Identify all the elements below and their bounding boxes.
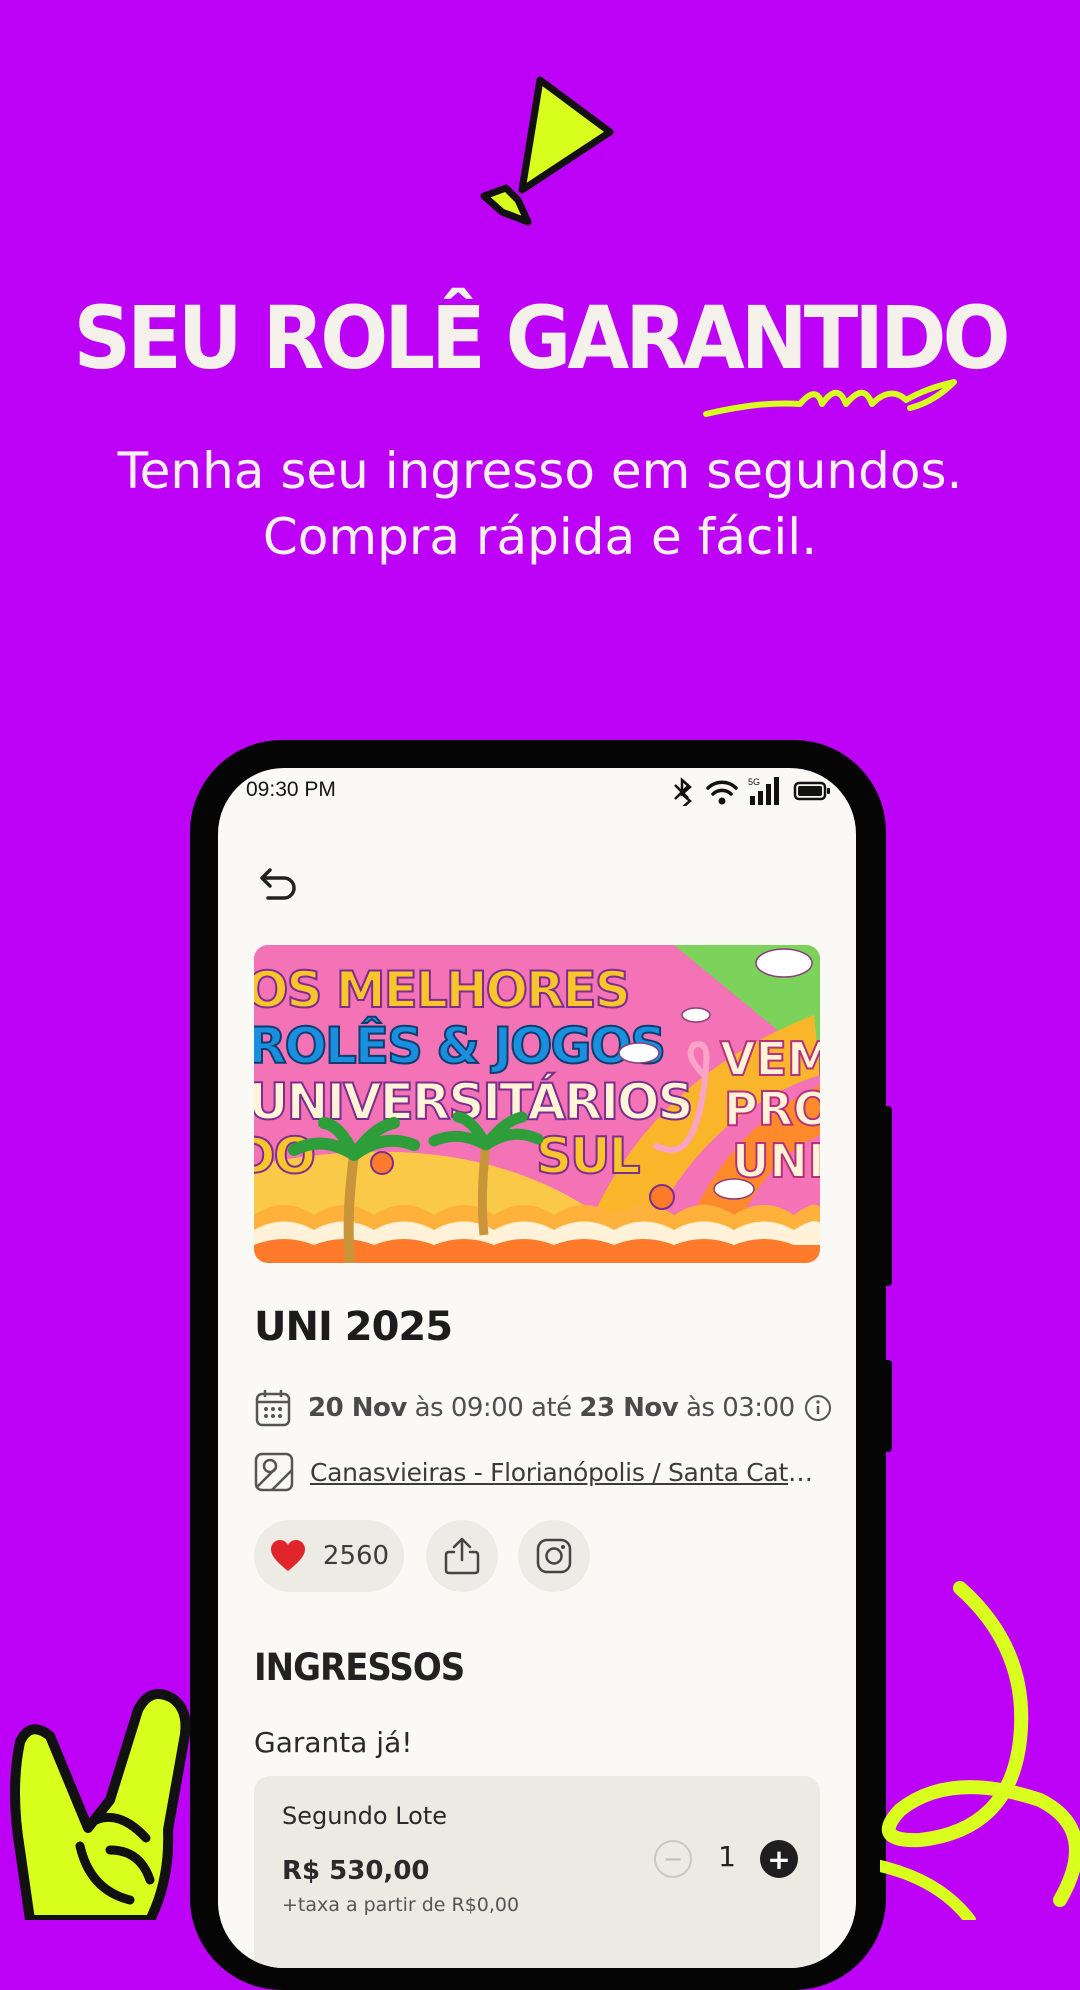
ticket-lot-price: R$ 530,00 <box>282 1856 430 1886</box>
calendar-icon <box>255 1390 291 1427</box>
heart-icon <box>270 1540 305 1571</box>
exclamation-icon <box>480 76 614 226</box>
status-icons: 5G <box>674 777 830 806</box>
banner-line1: OS MELHORES <box>254 961 629 1019</box>
back-arrow-icon[interactable] <box>254 860 302 908</box>
date-end: 23 Nov <box>579 1393 679 1423</box>
banner-line2: ROLÊS & JOGOS <box>254 1016 664 1075</box>
phone-side-button <box>882 1106 892 1286</box>
phone-screen: 09:30 PM 5G OS MELHORES ROLÊS & JOGOS UN… <box>218 768 856 1968</box>
instagram-button[interactable] <box>518 1520 590 1592</box>
event-location-row[interactable]: Canasvieiras - Florianópolis / Santa Cat… <box>254 1450 820 1494</box>
minus-icon[interactable]: − <box>654 1840 692 1878</box>
map-pin-icon <box>254 1452 294 1492</box>
swirl-decoration <box>880 1581 1080 1920</box>
promo-subtitle: Tenha seu ingresso em segundos. Compra r… <box>60 438 1020 570</box>
banner-tag3: UNI <box>732 1134 820 1188</box>
bluetooth-icon <box>674 777 692 806</box>
event-date-row: 20 Nov às 09:00 até 23 Nov às 03:00 <box>254 1386 833 1430</box>
ticket-lot-name: Segundo Lote <box>282 1802 448 1830</box>
phone-side-button <box>882 1360 892 1452</box>
promo-subtitle-line2: Compra rápida e fácil. <box>262 508 818 566</box>
date-sep2: às 03:00 <box>685 1393 795 1423</box>
ticket-lot-fee: +taxa a partir de R$0,00 <box>282 1894 520 1916</box>
tickets-section-subtitle: Garanta já! <box>254 1726 413 1759</box>
banner-line4a: DO <box>254 1127 314 1185</box>
status-time: 09:30 PM <box>246 778 336 801</box>
date-sep1: às 09:00 até <box>414 1393 573 1423</box>
event-title: UNI 2025 <box>254 1304 453 1350</box>
ticket-quantity: 1 <box>718 1840 736 1873</box>
wifi-icon <box>706 780 738 805</box>
event-date-text: 20 Nov às 09:00 até 23 Nov às 03:00 <box>308 1393 795 1423</box>
event-location-link[interactable]: Canasvieiras - Florianópolis / Santa Cat… <box>310 1458 820 1487</box>
tickets-section-title: INGRESSOS <box>254 1646 465 1690</box>
like-count: 2560 <box>322 1541 390 1571</box>
banner-tag1: VEM <box>720 1032 820 1086</box>
rock-hand-decoration <box>10 1689 191 1920</box>
plus-icon[interactable]: + <box>760 1840 798 1878</box>
promo-subtitle-line1: Tenha seu ingresso em segundos. <box>117 442 963 500</box>
instagram-icon <box>536 1538 572 1574</box>
info-icon[interactable] <box>803 1393 833 1423</box>
like-button[interactable]: 2560 <box>254 1520 404 1592</box>
date-start: 20 Nov <box>308 1393 407 1423</box>
share-button[interactable] <box>426 1520 498 1592</box>
signal-icon: 5G <box>748 777 779 805</box>
event-banner: OS MELHORES ROLÊS & JOGOS UNIVERSITÁRIOS… <box>254 945 820 1263</box>
squiggle-decoration <box>703 379 957 417</box>
banner-artwork: OS MELHORES ROLÊS & JOGOS UNIVERSITÁRIOS… <box>254 945 820 1263</box>
battery-icon <box>793 781 830 801</box>
network-label: 5G <box>748 777 760 787</box>
banner-line4b: SUL <box>536 1127 640 1185</box>
ticket-card: Segundo Lote R$ 530,00 +taxa a partir de… <box>254 1776 820 1968</box>
banner-tag2: PRO <box>724 1082 820 1136</box>
share-icon <box>444 1537 480 1575</box>
